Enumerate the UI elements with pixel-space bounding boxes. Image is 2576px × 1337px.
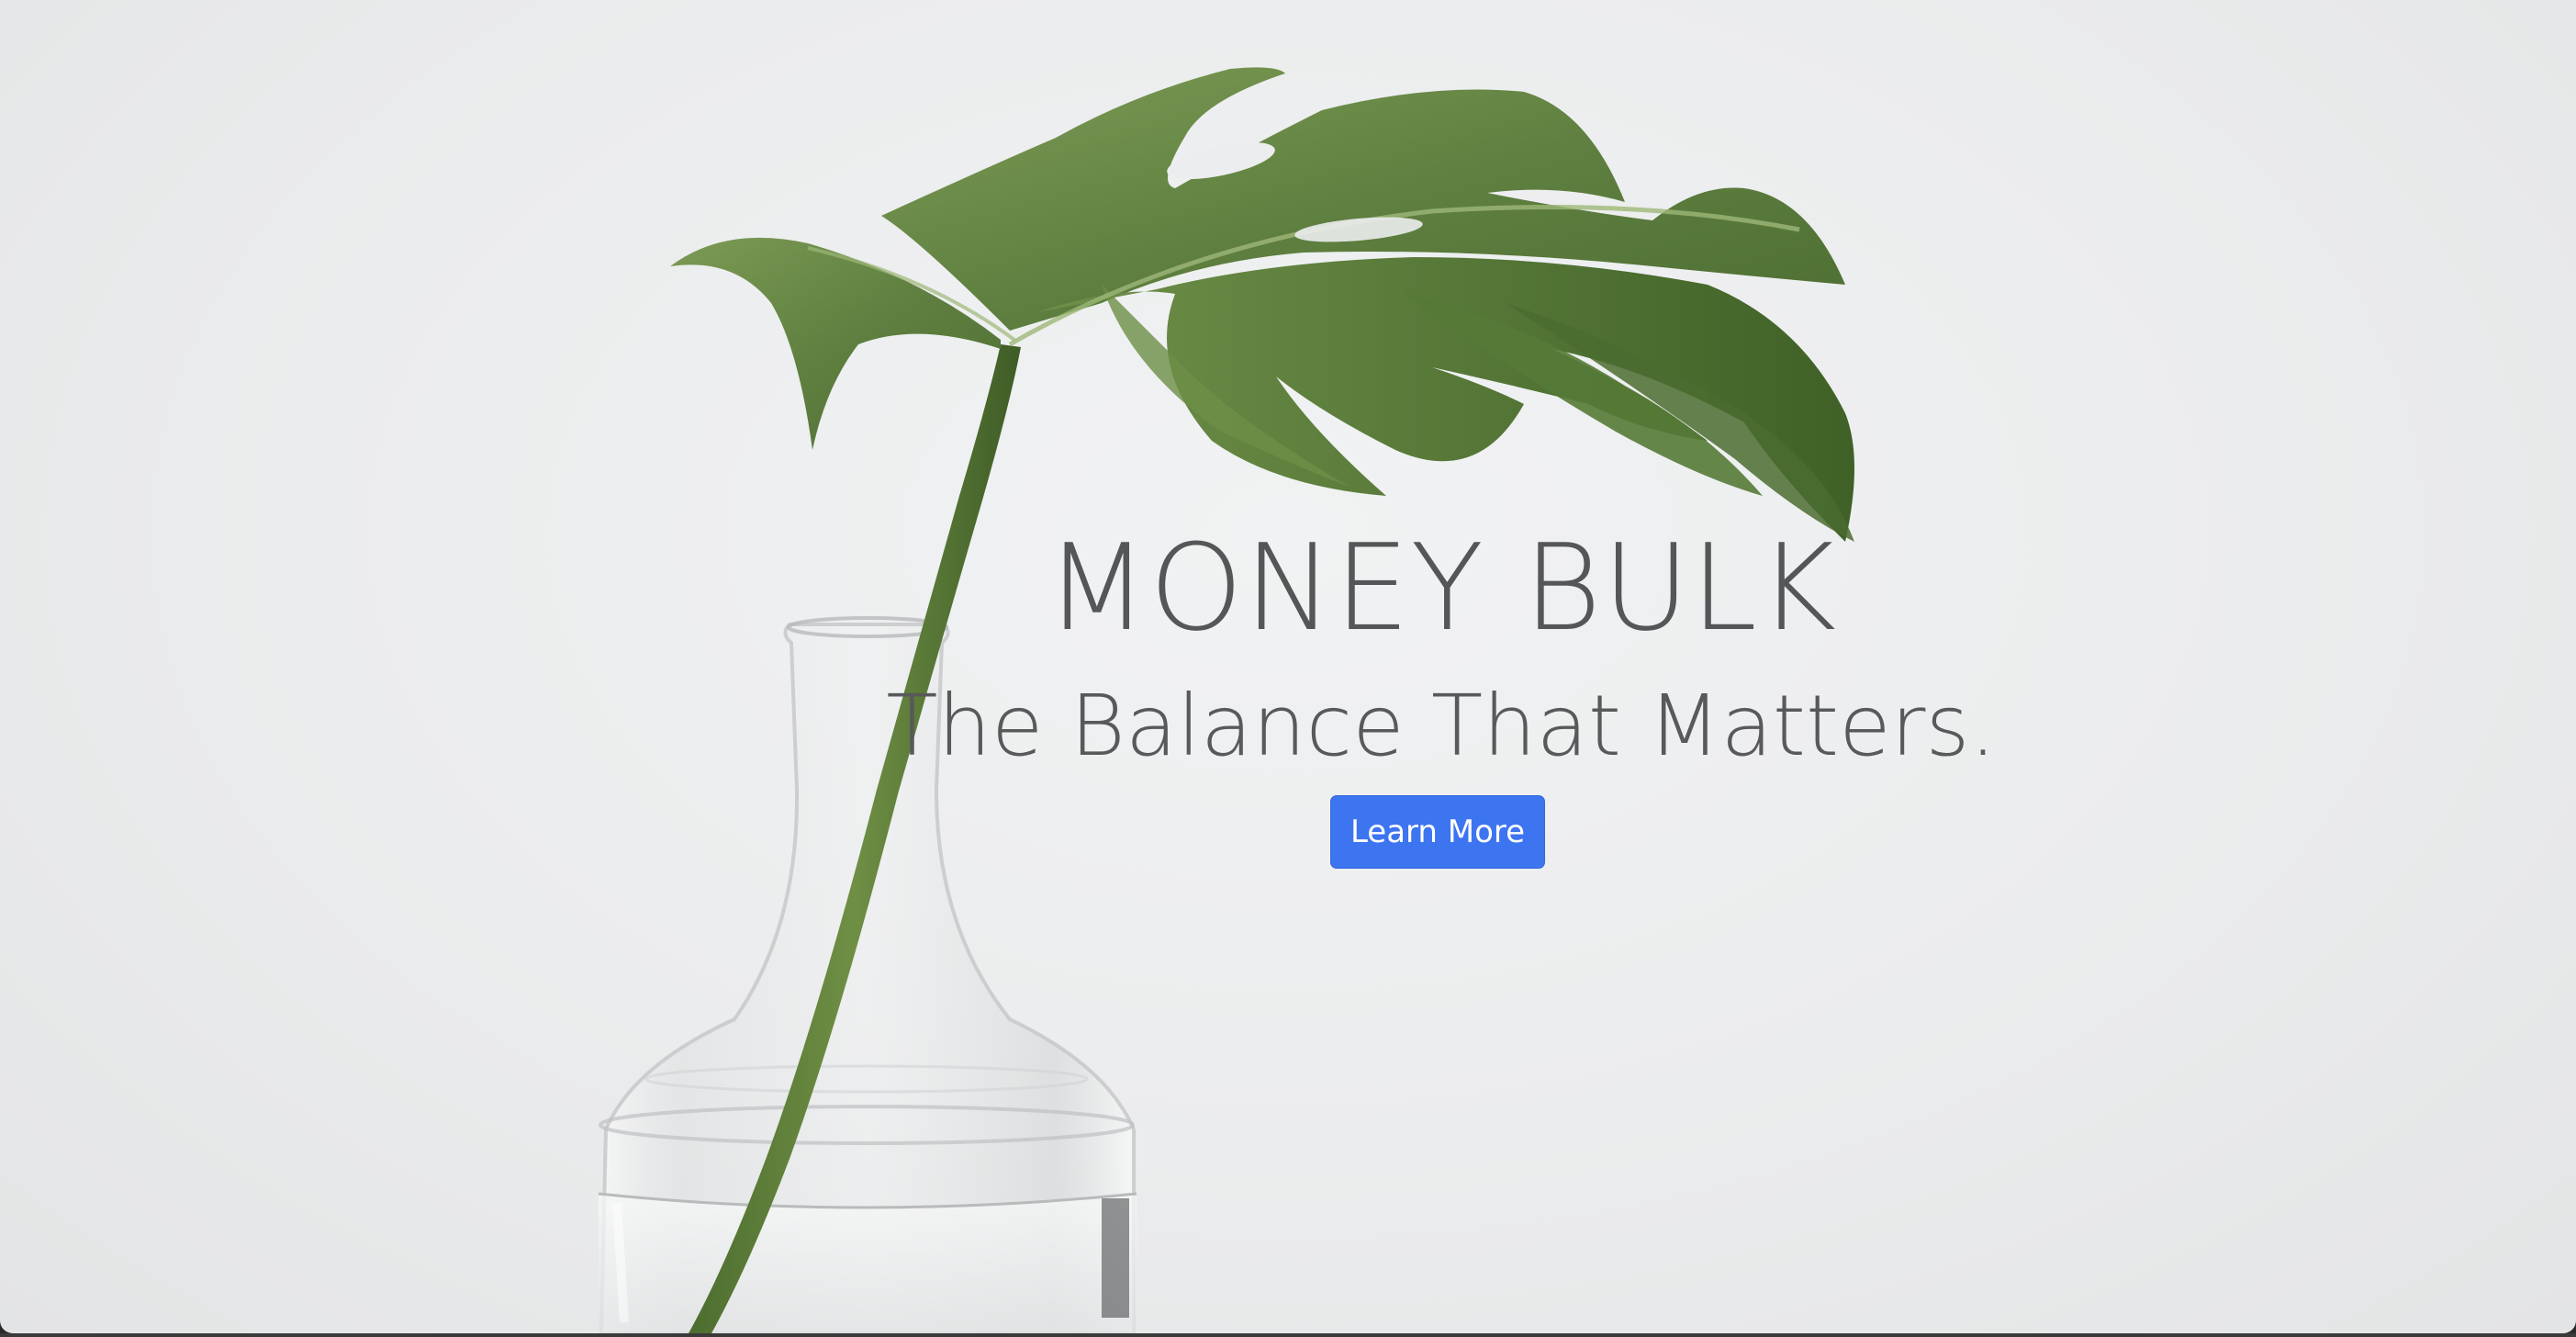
learn-more-button[interactable]: Learn More: [1330, 795, 1545, 869]
glass-vase: [598, 616, 1137, 1333]
window-bottom-edge: [0, 1333, 2576, 1337]
monstera-leaf: [670, 67, 1854, 542]
hero-background-image: [598, 67, 1854, 1333]
hero-section: MONEY BULK The Balance That Matters. Lea…: [0, 0, 2576, 1333]
